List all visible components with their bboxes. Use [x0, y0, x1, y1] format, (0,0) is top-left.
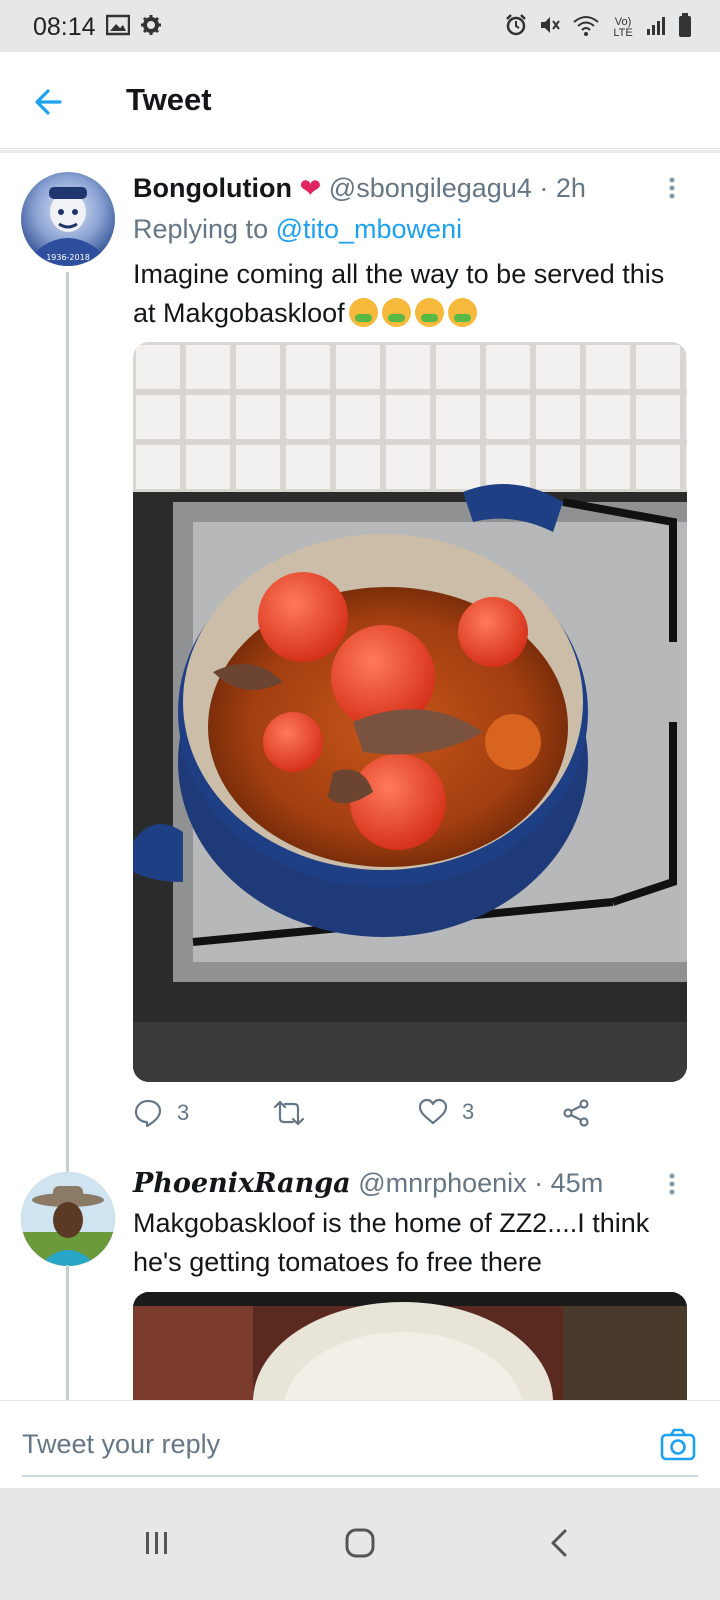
mute-icon	[538, 13, 562, 42]
wifi-icon	[572, 13, 600, 42]
chevron-left-icon	[551, 1529, 567, 1557]
tweet-header: Bongolution ❤ @sbongilegagu4 · 2h	[133, 173, 586, 204]
vomiting-emoji-icon	[447, 298, 477, 327]
avatar[interactable]	[21, 1172, 115, 1266]
tweet-text: Imagine coming all the way to be served …	[133, 255, 693, 333]
image-icon	[105, 14, 131, 41]
avatar-portrait-icon	[21, 1172, 115, 1266]
replying-prefix: Replying to	[133, 214, 276, 244]
more-vertical-icon	[669, 177, 675, 199]
thread-line	[66, 272, 69, 1172]
more-options-button[interactable]	[668, 176, 676, 200]
system-nav-bar	[0, 1488, 720, 1600]
share-action[interactable]	[561, 1098, 591, 1128]
vomiting-emoji-icon	[414, 298, 444, 327]
alarm-icon	[504, 13, 528, 42]
header-divider	[0, 150, 720, 153]
more-vertical-icon	[669, 1173, 675, 1195]
heart-badge-icon: ❤	[299, 173, 322, 203]
gif-photo	[133, 1292, 687, 1412]
camera-icon	[660, 1428, 696, 1461]
home-icon	[345, 1528, 375, 1558]
back-button[interactable]	[30, 82, 70, 122]
author-name[interactable]: Bongolution	[133, 173, 292, 203]
vomiting-emoji-icon	[348, 298, 378, 327]
app-header: Tweet	[0, 52, 720, 149]
share-icon	[563, 1099, 589, 1127]
thread-line	[66, 1265, 69, 1405]
reply-icon	[134, 1099, 162, 1128]
gear-icon	[140, 14, 162, 41]
tweet-text: Makgobaskloof is the home of ZZ2....I th…	[133, 1208, 650, 1277]
stew-pot-photo	[133, 342, 687, 1082]
author-handle[interactable]: @sbongilegagu4 · 2h	[329, 173, 586, 203]
reply-bar: Tweet your reply	[0, 1400, 720, 1487]
like-action[interactable]: 3	[418, 1098, 474, 1126]
reply-input[interactable]: Tweet your reply	[22, 1429, 220, 1460]
volte-icon: Vo) LTE	[613, 15, 633, 39]
tweet-photo[interactable]	[133, 342, 687, 1082]
back-arrow-icon	[35, 89, 62, 115]
camera-button[interactable]	[658, 1425, 698, 1465]
avatar-portrait-icon: 1936-2018	[35, 187, 101, 266]
reply-input-underline	[22, 1475, 698, 1477]
page-title: Tweet	[126, 82, 212, 117]
more-options-button[interactable]	[668, 1172, 676, 1196]
avatar[interactable]: 1936-2018	[21, 172, 115, 266]
retweet-icon	[273, 1100, 305, 1126]
retweet-action[interactable]	[273, 1098, 319, 1128]
status-bar: 08:14 Vo) LTE	[0, 0, 720, 52]
reply-action[interactable]: 3	[133, 1098, 189, 1128]
like-count: 3	[462, 1099, 475, 1124]
avatar-caption: 1936-2018	[46, 253, 90, 262]
tweet-photo[interactable]	[133, 1292, 687, 1412]
status-time: 08:14	[33, 13, 96, 41]
back-nav-button[interactable]	[535, 1518, 585, 1568]
tweet-header: PhoenixRanga @mnrphoenix · 45m	[133, 1168, 603, 1199]
mention-link[interactable]: @tito_mboweni	[276, 214, 463, 244]
vomiting-emoji-icon	[381, 298, 411, 327]
tweet-actions: 3 3	[133, 1098, 687, 1138]
author-name[interactable]: PhoenixRanga	[133, 1168, 351, 1199]
author-handle[interactable]: @mnrphoenix · 45m	[358, 1168, 603, 1198]
signal-icon	[646, 14, 668, 41]
recents-icon	[146, 1532, 167, 1554]
battery-icon	[678, 12, 692, 43]
replying-to: Replying to @tito_mboweni	[133, 214, 462, 245]
recent-apps-button[interactable]	[132, 1518, 182, 1568]
heart-icon	[418, 1098, 448, 1125]
reply-count: 3	[177, 1100, 190, 1125]
home-button[interactable]	[335, 1518, 385, 1568]
